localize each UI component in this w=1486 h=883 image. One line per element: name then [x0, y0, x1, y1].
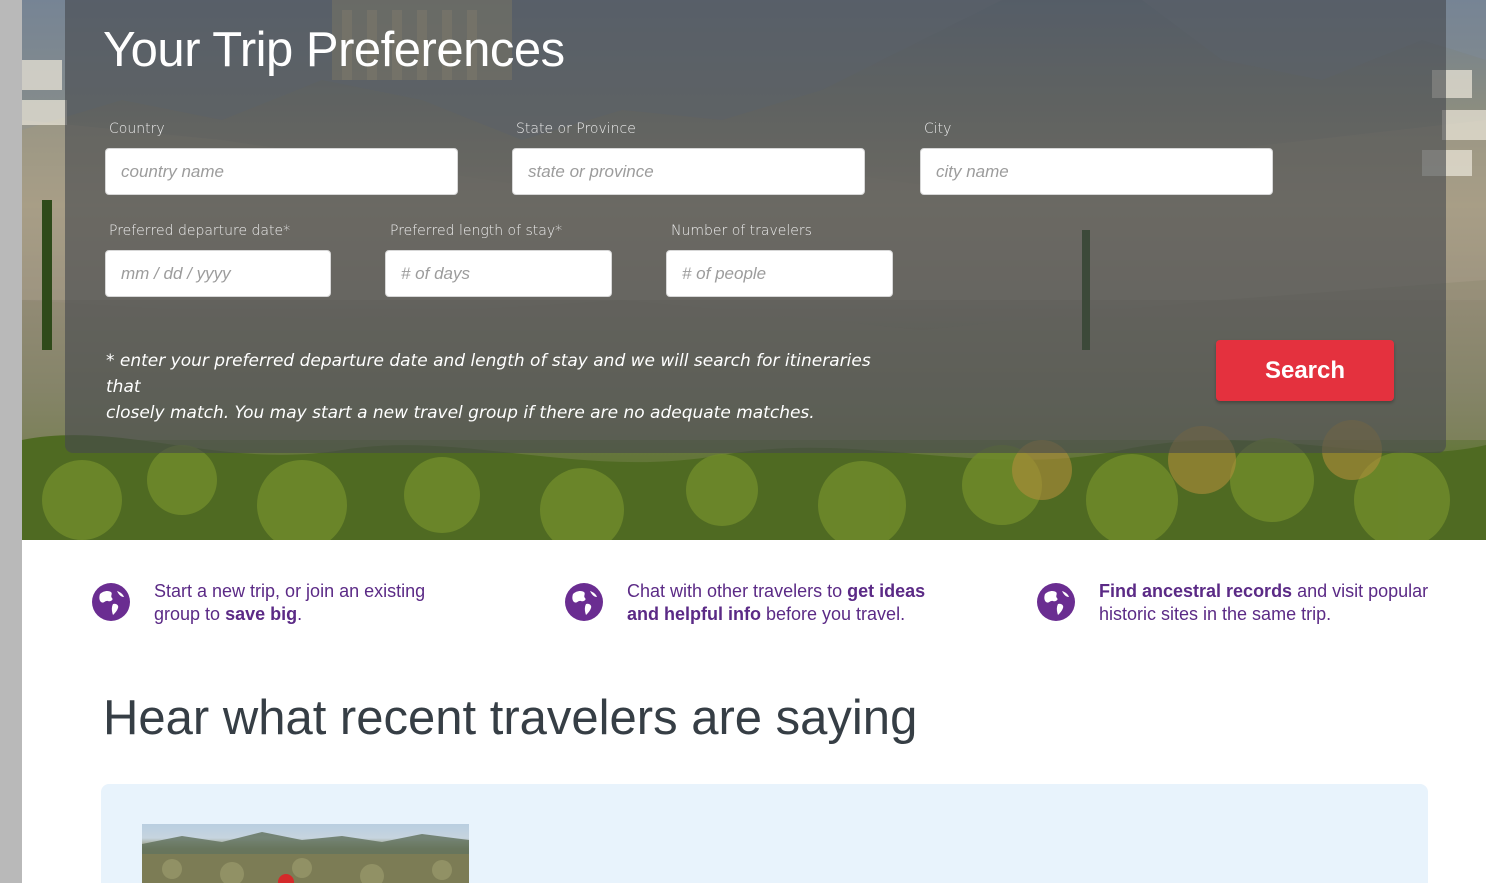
panel-title: Your Trip Preferences [103, 23, 565, 77]
departure-date-input[interactable] [105, 250, 331, 297]
page: Your Trip Preferences Country State or P… [0, 0, 1486, 883]
feature-text-post: before you travel. [760, 604, 906, 624]
search-note-line-1: * enter your preferred departure date an… [106, 351, 871, 397]
testimonial-photo-scene [142, 832, 469, 883]
feature-text-bold: save big [225, 604, 298, 624]
travelers-label: Number of travelers [671, 223, 812, 239]
country-input[interactable] [105, 148, 458, 195]
testimonial-card [101, 784, 1428, 883]
city-input[interactable] [920, 148, 1273, 195]
feature-save-big: Start a new trip, or join an existing gr… [91, 580, 491, 640]
globe-icon [92, 583, 130, 621]
left-scroll-strip [0, 0, 22, 883]
state-input[interactable] [512, 148, 865, 195]
length-of-stay-input[interactable] [385, 250, 612, 297]
search-note-line-2: closely match. You may start a new trave… [106, 403, 815, 423]
testimonial-photo [142, 824, 469, 883]
testimonials-title: Hear what recent travelers are saying [103, 691, 918, 745]
city-label: City [924, 121, 952, 137]
search-button[interactable]: Search [1216, 340, 1394, 401]
search-note: * enter your preferred departure date an… [106, 348, 906, 426]
feature-text-pre: Chat with other travelers to [627, 581, 848, 601]
length-of-stay-label: Preferred length of stay* [390, 223, 563, 239]
state-label: State or Province [516, 121, 636, 137]
country-label: Country [109, 121, 165, 137]
hero-banner: Your Trip Preferences Country State or P… [22, 0, 1486, 540]
trip-preferences-panel: Your Trip Preferences Country State or P… [65, 0, 1446, 453]
feature-ancestral-records: Find ancestral records and visit popular… [1036, 580, 1456, 640]
globe-icon [1037, 583, 1075, 621]
feature-text-post: . [297, 604, 303, 624]
feature-text-bold: Find ancestral records [1099, 581, 1293, 601]
feature-text: Chat with other travelers to get ideas a… [627, 580, 947, 626]
travelers-input[interactable] [666, 250, 893, 297]
feature-text: Find ancestral records and visit popular… [1099, 580, 1429, 626]
feature-get-ideas: Chat with other travelers to get ideas a… [564, 580, 964, 640]
globe-icon [565, 583, 603, 621]
departure-date-label: Preferred departure date* [109, 223, 291, 239]
feature-text: Start a new trip, or join an existing gr… [154, 580, 454, 626]
